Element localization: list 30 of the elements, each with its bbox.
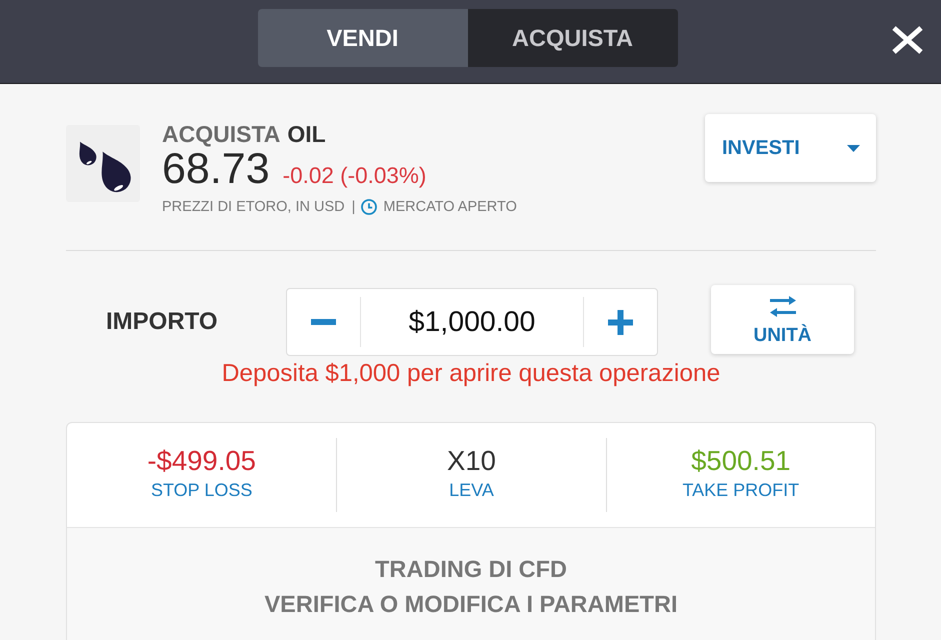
minus-icon bbox=[311, 319, 336, 325]
market-status: MERCATO APERTO bbox=[383, 198, 517, 216]
deposit-warning: Deposita $1,000 per aprire questa operazione bbox=[220, 360, 722, 388]
close-icon bbox=[890, 24, 925, 56]
plus-icon bbox=[608, 310, 633, 334]
oil-drops-icon bbox=[66, 125, 140, 202]
parameter-link[interactable]: STOP LOSS bbox=[150, 479, 252, 501]
caret-icon bbox=[847, 144, 860, 152]
amount-label: IMPORTO bbox=[106, 308, 219, 336]
close-button[interactable] bbox=[890, 24, 925, 56]
units-toggle-button[interactable]: UNITÀ bbox=[711, 285, 854, 354]
separator-text: | bbox=[352, 198, 356, 216]
review-heading: TRADING DI CFD bbox=[374, 555, 568, 584]
parameter-value: $500.51 bbox=[691, 446, 791, 476]
clock-icon bbox=[361, 199, 378, 215]
order-type-dropdown[interactable]: INVESTI bbox=[705, 114, 876, 182]
trade-action: ACQUISTA bbox=[162, 121, 280, 147]
review-heading: VERIFICA O MODIFICA I PARAMETRI bbox=[264, 590, 678, 619]
parameter-value: X10 bbox=[447, 446, 496, 476]
parameter-value: -$499.05 bbox=[147, 446, 256, 476]
price: 68.73 bbox=[162, 147, 270, 191]
trade-direction-tab[interactable]: VENDI bbox=[258, 9, 468, 67]
parameter-link[interactable]: TAKE PROFIT bbox=[682, 479, 800, 501]
instrument-symbol: OIL bbox=[287, 121, 326, 147]
swap-arrows-icon bbox=[768, 296, 796, 317]
price-source: PREZZI DI ETORO, IN USD bbox=[162, 198, 345, 216]
trade-direction-tab[interactable]: ACQUISTA bbox=[468, 9, 678, 67]
amount-input[interactable]: $1,000.00 bbox=[361, 302, 583, 342]
price-change: -0.02 (-0.03%) bbox=[282, 162, 426, 190]
parameter-link[interactable]: LEVA bbox=[449, 479, 494, 501]
